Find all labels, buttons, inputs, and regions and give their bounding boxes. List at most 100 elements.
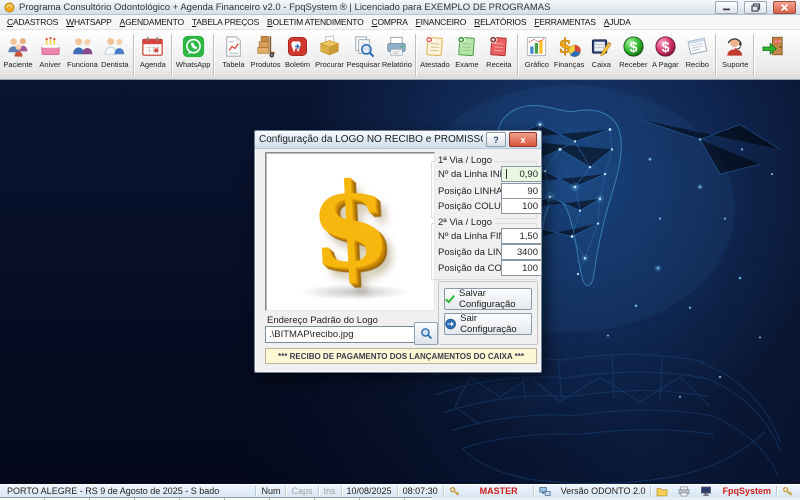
save-config-button[interactable]: Salvar Configuração [444, 288, 532, 310]
svg-text:$: $ [661, 40, 669, 56]
status-brand: FpqSystem [717, 486, 776, 496]
input-linha-final[interactable]: 1,50 [501, 228, 542, 244]
check-icon [445, 294, 455, 304]
toolbar-button-aniver[interactable]: Aniver [34, 31, 66, 79]
via1-group-label: 1ª Via / Logo [435, 155, 495, 166]
dialog-title: Configuração da LOGO NO RECIBO e PROMISS… [259, 134, 483, 145]
dialog-close-button[interactable]: x [509, 132, 537, 147]
toolbar-separator [171, 34, 173, 76]
menu-whatsapp[interactable]: WHATSAPP [62, 17, 115, 27]
close-button[interactable] [773, 1, 796, 14]
status-date: 10/08/2025 [342, 486, 397, 496]
toolbar-button-suporte[interactable]: Suporte [719, 31, 751, 79]
dialog-help-button[interactable]: ? [486, 132, 506, 147]
toolbar-label: Procurar [315, 60, 344, 69]
app-window: Programa Consultório Odontológico + Agen… [0, 0, 800, 500]
close-icon: x [520, 135, 525, 145]
menu-relatorios[interactable]: RELATÓRIOS [470, 17, 530, 27]
certificate-note-icon [421, 33, 448, 60]
status-folder-icon[interactable] [651, 486, 673, 497]
input-linha-inicial[interactable]: 0,90 [501, 166, 542, 182]
svg-text:EXIT: EXIT [775, 40, 782, 44]
toolbar-button-dentista[interactable]: Dentista [99, 31, 131, 79]
toolbar-label: Produtos [250, 60, 280, 69]
main-workspace: Configuração da LOGO NO RECIBO e PROMISS… [0, 80, 800, 484]
status-key-icon [444, 486, 465, 497]
input-posicao-linha[interactable]: 90 [501, 183, 542, 199]
window-title: Programa Consultório Odontológico + Agen… [19, 2, 709, 13]
input-posicao-coluna[interactable]: 100 [501, 198, 542, 214]
magnifier-icon [420, 327, 433, 340]
status-printer-icon[interactable] [673, 486, 695, 497]
minimize-button[interactable] [715, 1, 738, 14]
toolbar-label: Relatório [382, 60, 412, 69]
toolbar-label: Exame [455, 60, 478, 69]
toolbar-button-financas[interactable]: $ Finanças [553, 31, 585, 79]
logo-config-dialog: Configuração da LOGO NO RECIBO e PROMISS… [254, 130, 542, 373]
toolbar-button-receita[interactable]: Receita [483, 31, 515, 79]
receipt-icon [684, 33, 711, 60]
toolbar-button-apagar[interactable]: $ A Pagar [649, 31, 681, 79]
logo-shadow [300, 284, 410, 300]
toolbar-separator [517, 34, 519, 76]
open-box-icon [316, 33, 343, 60]
chart-icon [523, 33, 550, 60]
toolbar-button-agenda[interactable]: Agenda [137, 31, 169, 79]
menu-compra[interactable]: COMPRA [368, 17, 412, 27]
toolbar-label: Receber [619, 60, 647, 69]
toolbar-button-exit[interactable]: EXIT [757, 31, 789, 79]
svg-text:$: $ [629, 40, 637, 56]
toolbar-label: Dentista [101, 60, 129, 69]
toolbar-button-recibo[interactable]: Recibo [681, 31, 713, 79]
menu-cadastros[interactable]: CADASTROS [3, 17, 62, 27]
toolbar-label: WhatsApp [176, 60, 211, 69]
toolbar-button-atestado[interactable]: Atestado [419, 31, 451, 79]
toolbar-button-grafico[interactable]: Gráfico [521, 31, 553, 79]
toolbar-button-funciona[interactable]: Funciona [66, 31, 99, 79]
menu-ferramentas[interactable]: FERRAMENTAS [530, 17, 599, 27]
via2-group-label: 2ª Via / Logo [435, 217, 495, 228]
toolbar-button-receber[interactable]: $ Receber [617, 31, 649, 79]
status-key-icon-2 [777, 486, 798, 497]
status-insert: Ins [319, 486, 341, 496]
prescription-note-icon [485, 33, 512, 60]
input-posicao-da-coluna[interactable]: 100 [501, 260, 542, 276]
logo-address-input[interactable]: .\BITMAP\recibo.jpg [265, 326, 418, 343]
birthday-cake-icon [37, 33, 64, 60]
toolbar-button-relatorio[interactable]: Relatório [381, 31, 413, 79]
input-posicao-da-linha[interactable]: 3400 [501, 244, 542, 260]
exit-config-button[interactable]: Sair Configuração [444, 313, 532, 335]
receivable-icon: $ [620, 33, 647, 60]
toolbar-button-produtos[interactable]: Produtos [249, 31, 281, 79]
toolbar-button-caixa[interactable]: Caixa [585, 31, 617, 79]
toolbar-button-procurar[interactable]: Procurar [314, 31, 346, 79]
toolbar-label: Gráfico [525, 60, 549, 69]
status-version: Versão ODONTO 2.0 [556, 486, 651, 496]
exam-note-icon [453, 33, 480, 60]
toolbar-button-pesquisar[interactable]: Pesquisar [346, 31, 381, 79]
menu-tabela-precos[interactable]: TABELA PREÇOS [188, 17, 263, 27]
employees-icon [69, 33, 96, 60]
menu-financeiro[interactable]: FINANCEIRO [412, 17, 470, 27]
toolbar-label: Aniver [39, 60, 60, 69]
menu-ajuda[interactable]: AJUDA [600, 17, 635, 27]
toolbar-button-exame[interactable]: Exame [451, 31, 483, 79]
toolbar-button-tabela[interactable]: Tabela [217, 31, 249, 79]
toolbar-button-whatsapp[interactable]: WhatsApp [175, 31, 212, 79]
restore-button[interactable] [744, 1, 767, 14]
browse-logo-button[interactable] [414, 322, 438, 345]
toolbar-button-boletim[interactable]: Boletim [282, 31, 314, 79]
status-num-lock: Num [256, 486, 285, 496]
tooth-bulletin-icon [284, 33, 311, 60]
toolbar-label: Caixa [592, 60, 611, 69]
toolbar-button-paciente[interactable]: Paciente [2, 31, 34, 79]
status-monitor-icon[interactable] [695, 486, 717, 497]
toolbar-label: Boletim [285, 60, 310, 69]
whatsapp-icon [180, 33, 207, 60]
toolbar-label: Finanças [554, 60, 584, 69]
status-bar: PORTO ALEGRE - RS 9 de Agosto de 2025 - … [0, 484, 800, 497]
menu-agendamento[interactable]: AGENDAMENTO [116, 17, 188, 27]
help-icon: ? [493, 135, 499, 145]
menu-boletim-atendimento[interactable]: BOLETIM ATENDIMENTO [263, 17, 368, 27]
support-icon [722, 33, 749, 60]
